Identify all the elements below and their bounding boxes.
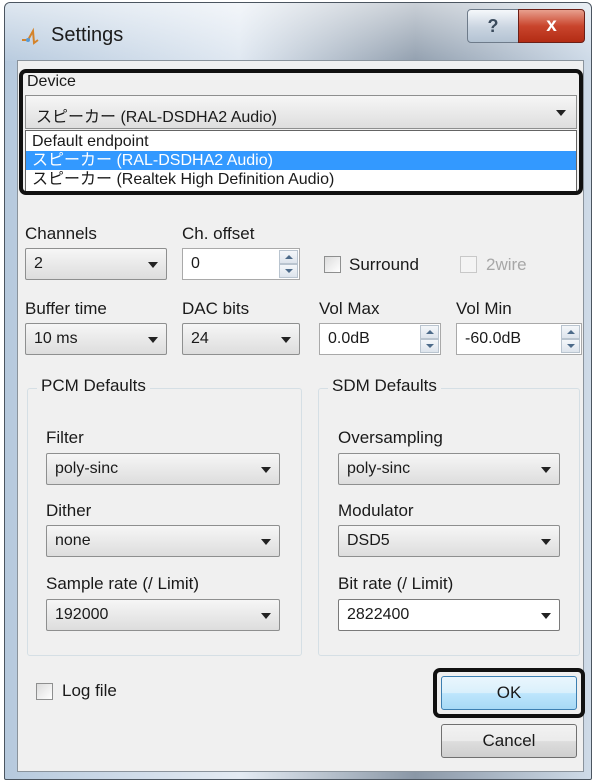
spin-down-icon[interactable] [561, 339, 580, 353]
filter-value: poly-sinc [55, 460, 119, 477]
log-file-checkbox[interactable] [36, 683, 53, 700]
bit-rate-select[interactable]: 2822400 [338, 599, 560, 631]
spin-up-icon[interactable] [279, 250, 298, 264]
buffer-time-value: 10 ms [34, 330, 78, 347]
filter-label: Filter [46, 428, 84, 447]
bit-rate-value: 2822400 [347, 606, 410, 623]
log-file-label: Log file [62, 681, 117, 700]
spin-down-icon[interactable] [279, 264, 298, 278]
oversampling-value: poly-sinc [347, 460, 411, 477]
dither-value: none [55, 532, 91, 549]
settings-window: Settings ? x Device スピーカー (RAL-DSDHA2 Au… [4, 2, 592, 780]
ch-offset-label: Ch. offset [182, 224, 255, 243]
cancel-button[interactable]: Cancel [441, 724, 577, 758]
spin-down-icon[interactable] [420, 339, 439, 353]
surround-checkbox[interactable] [324, 256, 341, 273]
dither-label: Dither [46, 501, 92, 520]
ch-offset-value: 0 [191, 255, 200, 272]
buffer-time-label: Buffer time [25, 299, 107, 318]
sample-rate-select[interactable]: 192000 [46, 599, 280, 631]
two-wire-checkbox[interactable] [460, 256, 477, 273]
dac-bits-select[interactable]: 24 [182, 323, 300, 355]
ch-offset-spinner[interactable]: 0 [182, 248, 300, 280]
sample-rate-value: 192000 [55, 606, 109, 623]
vol-min-label: Vol Min [456, 299, 512, 318]
sdm-defaults-title: SDM Defaults [328, 376, 441, 396]
chevron-down-icon [148, 337, 158, 343]
channels-select[interactable]: 2 [25, 248, 167, 280]
device-highlight-frame [19, 69, 583, 195]
chevron-down-icon [148, 262, 158, 268]
chevron-down-icon [541, 467, 551, 473]
channels-label: Channels [25, 224, 97, 243]
oversampling-select[interactable]: poly-sinc [338, 453, 560, 485]
close-button[interactable]: x [518, 9, 585, 43]
sample-rate-label: Sample rate (/ Limit) [46, 574, 200, 593]
two-wire-label: 2wire [486, 255, 527, 274]
title-bar[interactable]: Settings ? x [5, 3, 591, 61]
modulator-value: DSD5 [347, 532, 390, 549]
chevron-down-icon [281, 337, 291, 343]
chevron-down-icon [541, 539, 551, 545]
modulator-label: Modulator [338, 501, 414, 520]
vol-min-value: -60.0dB [465, 330, 522, 347]
channels-value: 2 [34, 255, 43, 272]
ok-highlight-frame [433, 668, 585, 718]
bit-rate-label: Bit rate (/ Limit) [338, 574, 454, 593]
pcm-defaults-title: PCM Defaults [37, 376, 150, 396]
spin-up-icon[interactable] [420, 325, 439, 339]
vol-max-spinner[interactable]: 0.0dB [319, 323, 441, 355]
window-title: Settings [51, 24, 124, 46]
chevron-down-icon [261, 467, 271, 473]
vol-min-spinner[interactable]: -60.0dB [456, 323, 582, 355]
dac-bits-label: DAC bits [182, 299, 250, 318]
buffer-time-select[interactable]: 10 ms [25, 323, 167, 355]
dac-bits-value: 24 [191, 330, 209, 347]
surround-label: Surround [349, 255, 419, 274]
vol-max-value: 0.0dB [328, 330, 370, 347]
vol-max-label: Vol Max [319, 299, 380, 318]
oversampling-label: Oversampling [338, 428, 443, 447]
chevron-down-icon [541, 613, 551, 619]
spin-up-icon[interactable] [561, 325, 580, 339]
filter-select[interactable]: poly-sinc [46, 453, 280, 485]
chevron-down-icon [261, 613, 271, 619]
app-icon [22, 27, 39, 45]
dither-select[interactable]: none [46, 525, 280, 557]
modulator-select[interactable]: DSD5 [338, 525, 560, 557]
help-button[interactable]: ? [467, 9, 519, 43]
chevron-down-icon [261, 539, 271, 545]
